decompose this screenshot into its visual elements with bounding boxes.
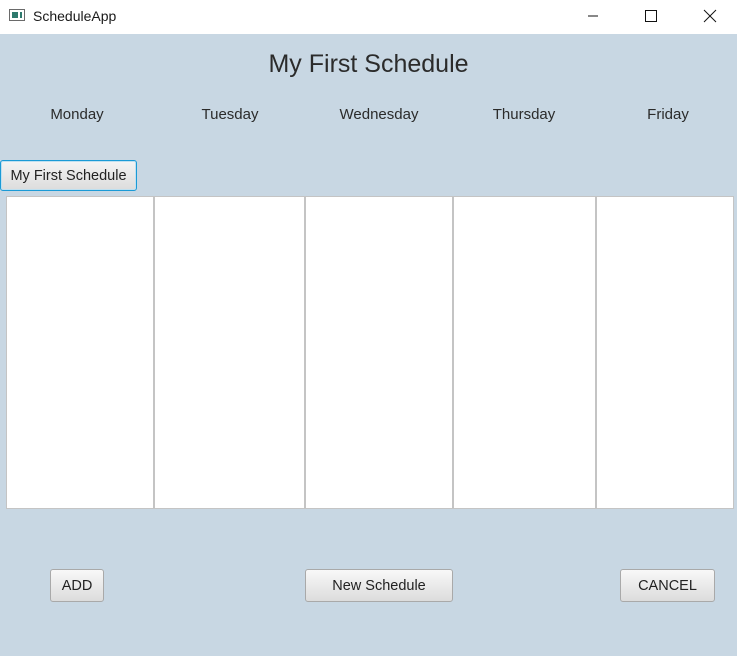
schedule-title: My First Schedule [268, 50, 469, 78]
close-icon [703, 9, 717, 23]
day-label-wednesday: Wednesday [339, 106, 419, 123]
day-column-wednesday[interactable] [305, 196, 453, 509]
day-label-friday: Friday [647, 106, 689, 123]
day-label-monday: Monday [50, 106, 104, 123]
title-bar: ScheduleApp [0, 0, 737, 34]
day-column-thursday[interactable] [453, 196, 596, 509]
schedule-tab-button[interactable]: My First Schedule [0, 160, 137, 191]
add-button[interactable]: ADD [50, 569, 104, 602]
maximize-icon [645, 10, 657, 22]
window-title: ScheduleApp [33, 8, 117, 24]
maximize-button[interactable] [628, 0, 674, 32]
day-column-friday[interactable] [596, 196, 734, 509]
app-content: My First Schedule Monday Tuesday Wednesd… [0, 34, 737, 656]
new-schedule-button[interactable]: New Schedule [305, 569, 453, 602]
day-label-thursday: Thursday [492, 106, 556, 123]
minimize-icon [588, 15, 598, 17]
day-column-monday[interactable] [6, 196, 154, 509]
day-label-tuesday: Tuesday [201, 106, 259, 123]
cancel-button[interactable]: CANCEL [620, 569, 715, 602]
close-button[interactable] [687, 0, 733, 32]
day-column-tuesday[interactable] [154, 196, 305, 509]
minimize-button[interactable] [570, 0, 616, 32]
app-window-icon [9, 9, 25, 21]
